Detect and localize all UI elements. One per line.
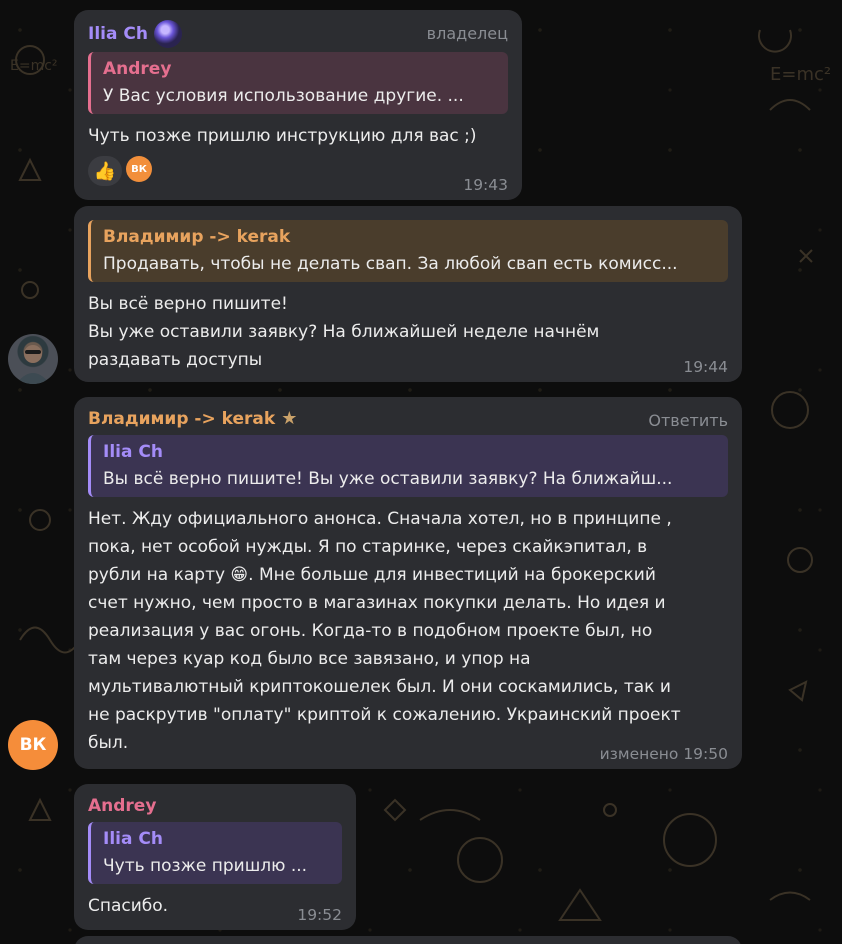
message-time: 19:44 [683, 358, 728, 376]
message-line: Вы всё верно пишите! [88, 294, 288, 314]
reply-quote-name: Ilia Ch [103, 442, 163, 462]
sender-name-text[interactable]: Andrey [88, 794, 156, 818]
avatar-vk[interactable]: ВК [8, 720, 58, 770]
message-time: 19:43 [463, 176, 508, 194]
reply-quote[interactable]: Ilia Ch Вы всё верно пишите! Вы уже оста… [88, 435, 728, 497]
message-line: пока, нет особой нужды. Я по старинке, ч… [88, 537, 648, 557]
message-bubble-2[interactable]: Владимир -> kerak Продавать, чтобы не де… [74, 206, 742, 382]
message-bubble-1[interactable]: Ilia Ch владелец Andrey У Вас условия ис… [74, 10, 522, 200]
sender-name[interactable]: Andrey [88, 794, 342, 818]
message-line: реализация у вас огонь. Когда-то в подоб… [88, 621, 653, 641]
message-bubble-4[interactable]: Andrey Ilia Ch Чуть позже пришлю ... Спа… [74, 784, 356, 930]
reply-action-button[interactable]: Ответить [648, 411, 728, 430]
reply-quote-text: Вы всё верно пишите! Вы уже оставили зая… [103, 469, 673, 489]
reply-quote-text: Продавать, чтобы не делать свап. За любо… [103, 254, 678, 274]
reply-quote-name: Andrey [103, 59, 172, 79]
reply-quote-text: Чуть позже пришлю ... [103, 856, 308, 876]
sender-name-text[interactable]: Ilia Ch [88, 22, 148, 46]
reactor-avatar-vk[interactable]: ВК [126, 156, 152, 182]
message-text: Чуть позже пришлю инструкцию для вас ;) [88, 126, 477, 146]
message-line: Нет. Жду официального анонса. Сначала хо… [88, 509, 672, 529]
emoji-status-globe-icon [153, 20, 182, 48]
reply-quote-name: Ilia Ch [103, 829, 163, 849]
star-icon: ★ [281, 408, 298, 429]
message-time: изменено 19:50 [599, 745, 728, 763]
reply-quote-text: У Вас условия использование другие. ... [103, 86, 464, 106]
reply-quote[interactable]: Ilia Ch Чуть позже пришлю ... [88, 822, 342, 884]
message-line: Вы уже оставили заявку? На ближайшей нед… [88, 322, 600, 342]
user-photo-icon [16, 345, 50, 384]
message-line: мультивалютный криптокошелек был. И они … [88, 677, 671, 697]
sender-name[interactable]: Владимир -> kerak ★ [88, 407, 728, 431]
avatar-photo[interactable] [8, 334, 58, 384]
message-bubble-partial[interactable] [74, 936, 742, 944]
message-text: Вы всё верно пишите! Вы уже оставили зая… [88, 290, 728, 374]
reply-quote[interactable]: Andrey У Вас условия использование други… [88, 52, 508, 114]
reply-quote[interactable]: Владимир -> kerak Продавать, чтобы не де… [88, 220, 728, 282]
message-line: рубли на карту 😁. Мне больше для инвести… [88, 565, 656, 585]
sender-name-text[interactable]: Владимир -> kerak [88, 407, 275, 431]
message-line: там через куар код было все завязано, и … [88, 649, 531, 669]
svg-text:E=mc²: E=mc² [770, 64, 831, 85]
role-badge: владелец [426, 24, 508, 43]
message-time: 19:52 [297, 906, 342, 924]
message-text: Нет. Жду официального анонса. Сначала хо… [88, 505, 728, 757]
message-bubble-3[interactable]: Владимир -> kerak ★ Ответить Ilia Ch Вы … [74, 397, 742, 769]
reaction-thumbs-up[interactable]: 👍 [88, 156, 122, 186]
reply-quote-name: Владимир -> kerak [103, 227, 291, 247]
message-line: не раскрутив "оплату" криптой к сожалени… [88, 705, 681, 725]
message-line: раздавать доступы [88, 350, 263, 370]
reactions-row: 👍 ВК [88, 156, 508, 186]
thumbs-up-icon: 👍 [93, 160, 117, 182]
svg-text:E=mc²: E=mc² [10, 58, 58, 74]
message-line: счет нужно, чем просто в магазинах покуп… [88, 593, 666, 613]
